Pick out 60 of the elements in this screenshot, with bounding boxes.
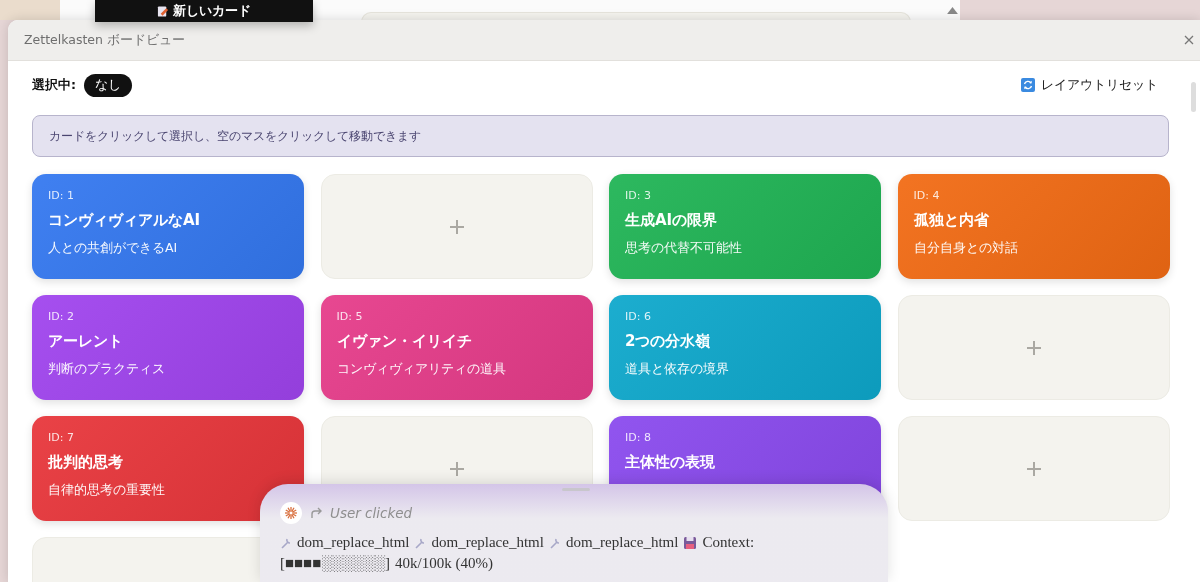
window-title: Zettelkasten ボードビュー	[24, 31, 185, 49]
note-card[interactable]: ID: 3 生成AIの限界 思考の代替不可能性	[609, 174, 881, 279]
scroll-up-icon	[946, 6, 959, 15]
plus-icon	[448, 218, 465, 235]
note-card[interactable]: ID: 1 コンヴィヴィアルなAI 人との共創ができるAI	[32, 174, 304, 279]
empty-slot[interactable]	[897, 416, 1170, 521]
card-subtitle: 自律的思考の重要性	[48, 482, 166, 499]
card-title: コンヴィヴィアルなAI	[48, 211, 202, 230]
card-subtitle: 道具と依存の境界	[625, 361, 730, 378]
plus-icon	[448, 460, 465, 477]
card-title: 主体性の表現	[625, 453, 716, 472]
selection-value: なし	[84, 73, 132, 97]
card-id: ID: 5	[336, 310, 364, 323]
layout-reset-button[interactable]: レイアウトリセット	[1021, 76, 1158, 94]
context-label: Context:	[702, 534, 755, 551]
reply-arrow-icon	[310, 507, 322, 519]
context-usage-text: [■■■■░░░░░░]	[280, 555, 390, 572]
card-id: ID: 2	[48, 310, 75, 323]
scrollbar[interactable]	[1191, 82, 1196, 112]
note-card[interactable]: ID: 2 アーレント 判断のプラクティス	[32, 295, 304, 400]
card-id: ID: 7	[48, 431, 75, 444]
empty-slot[interactable]	[897, 295, 1170, 400]
tool-call-name: dom_replace_html	[297, 534, 410, 551]
new-card-button[interactable]: 新しいカード	[95, 0, 313, 22]
card-subtitle: 自分自身との対話	[913, 240, 1019, 257]
plus-icon	[1025, 460, 1042, 477]
note-card[interactable]: ID: 4 孤独と内省 自分自身との対話	[897, 174, 1170, 279]
hint-banner: カードをクリックして選択し、空のマスをクリックして移動できます	[32, 115, 1169, 157]
tool-call-name: dom_replace_html	[565, 534, 679, 551]
card-id: ID: 8	[625, 431, 652, 444]
tool-call-name: dom_replace_html	[431, 534, 544, 551]
card-subtitle: 判断のプラクティス	[48, 361, 166, 378]
wrench-icon	[548, 536, 561, 549]
wrench-icon	[280, 536, 292, 549]
card-subtitle: 思考の代替不可能性	[625, 240, 743, 257]
card-subtitle: 人との共創ができるAI	[48, 240, 179, 257]
event-label: User clicked	[330, 505, 413, 521]
card-subtitle: コンヴィヴィアリティの道具	[336, 361, 507, 378]
close-icon	[1184, 35, 1194, 45]
selection-label: 選択中:	[32, 76, 76, 94]
context-usage-reading: 40k/100k (40%)	[395, 555, 493, 572]
empty-slot[interactable]	[320, 174, 593, 279]
refresh-icon	[1021, 78, 1035, 92]
card-title: イヴァン・イリイチ	[336, 332, 473, 351]
document-pencil-icon	[157, 4, 169, 18]
starburst-logo-icon	[280, 502, 302, 524]
card-id: ID: 3	[625, 189, 652, 202]
card-title: 2つの分水嶺	[625, 332, 712, 351]
card-title: アーレント	[48, 332, 124, 351]
plus-icon	[1025, 339, 1042, 356]
card-title: 孤独と内省	[913, 211, 990, 230]
card-id: ID: 4	[913, 189, 941, 202]
note-card[interactable]: ID: 7 批判的思考 自律的思考の重要性	[32, 416, 304, 521]
note-card[interactable]: ID: 6 2つの分水嶺 道具と依存の境界	[609, 295, 881, 400]
card-title: 生成AIの限界	[625, 211, 719, 230]
wrench-icon	[414, 536, 427, 549]
note-card[interactable]: ID: 5 イヴァン・イリイチ コンヴィヴィアリティの道具	[320, 295, 593, 400]
card-title: 批判的思考	[48, 453, 124, 472]
card-id: ID: 6	[625, 310, 652, 323]
card-id: ID: 1	[48, 189, 75, 202]
